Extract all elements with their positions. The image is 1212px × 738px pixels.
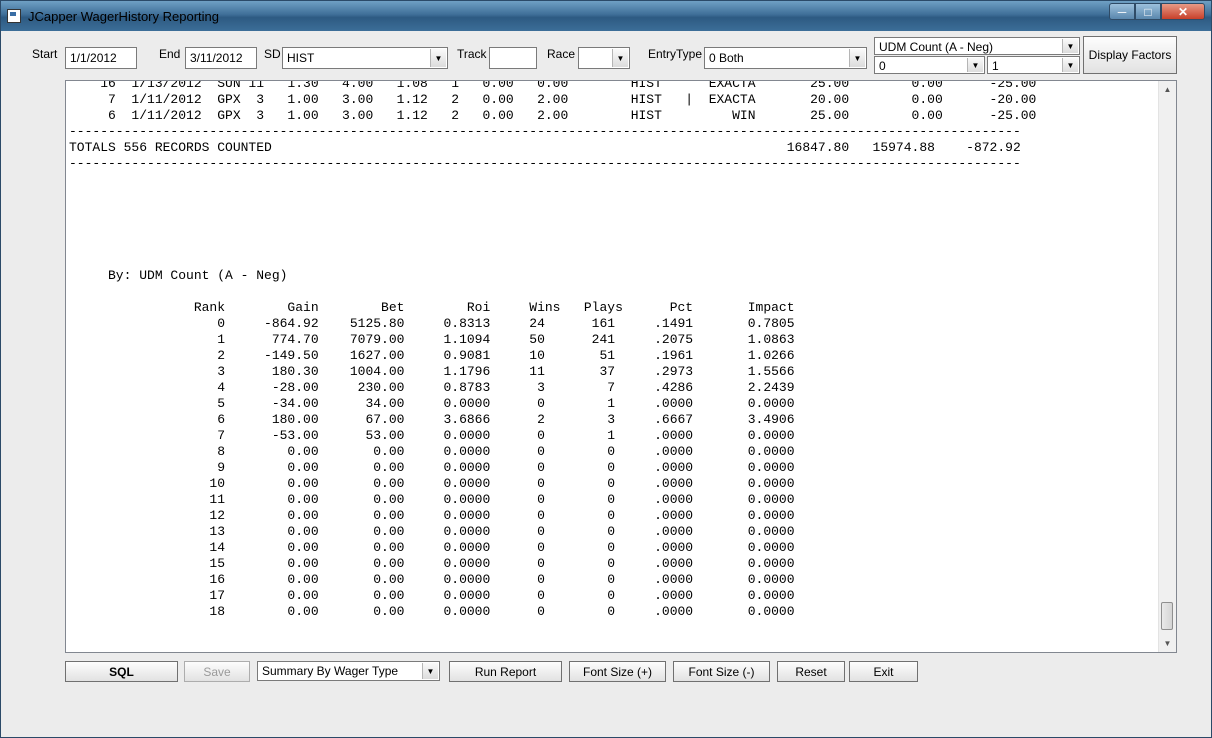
report-line: 4 -28.00 230.00 0.8783 3 7 .4286 2.2439 — [69, 380, 795, 395]
chevron-down-icon[interactable]: ▼ — [849, 49, 865, 67]
report-line: 5 -34.00 34.00 0.0000 0 1 .0000 0.0000 — [69, 396, 795, 411]
app-window: JCapper WagerHistory Reporting ─ □ ✕ Sta… — [0, 0, 1212, 738]
report-type-select[interactable]: Summary By Wager Type ▼ — [257, 661, 440, 681]
report-line: TOTALS 556 RECORDS COUNTED 16847.80 1597… — [69, 140, 1021, 155]
font-size-increase-button[interactable]: Font Size (+) — [569, 661, 666, 682]
report-line: 6 180.00 67.00 3.6866 2 3 .6667 3.4906 — [69, 412, 795, 427]
factor-high-value: 1 — [992, 59, 999, 73]
report-line: 15 0.00 0.00 0.0000 0 0 .0000 0.0000 — [69, 556, 795, 571]
end-date-input[interactable]: 3/11/2012 — [185, 47, 257, 69]
report-line: 0 -864.92 5125.80 0.8313 24 161 .1491 0.… — [69, 316, 795, 331]
entrytype-select[interactable]: 0 Both ▼ — [704, 47, 867, 69]
report-line: 3 180.30 1004.00 1.1796 11 37 .2973 1.55… — [69, 364, 795, 379]
start-label: Start — [32, 47, 58, 61]
app-icon — [7, 9, 21, 23]
report-line — [69, 204, 1159, 220]
minimize-button[interactable]: ─ — [1109, 3, 1135, 20]
report-line: 18 0.00 0.00 0.0000 0 0 .0000 0.0000 — [69, 604, 795, 619]
factor-low-value: 0 — [879, 59, 886, 73]
factor-select[interactable]: UDM Count (A - Neg) ▼ — [874, 37, 1080, 55]
report-textarea[interactable]: 16 1/13/2012 SUN 11 1.30 4.00 1.08 1 0.0… — [65, 80, 1177, 653]
report-line: Rank Gain Bet Roi Wins Plays Pct Impact — [69, 300, 795, 315]
end-label: End — [159, 47, 181, 61]
report-line: 9 0.00 0.00 0.0000 0 0 .0000 0.0000 — [69, 460, 795, 475]
report-line — [69, 188, 1159, 204]
track-input[interactable] — [489, 47, 537, 69]
report-line: 14 0.00 0.00 0.0000 0 0 .0000 0.0000 — [69, 540, 795, 555]
save-button[interactable]: Save — [184, 661, 250, 682]
start-date-input[interactable]: 1/1/2012 — [65, 47, 137, 69]
report-line: 12 0.00 0.00 0.0000 0 0 .0000 0.0000 — [69, 508, 795, 523]
sd-select-value: HIST — [287, 51, 315, 65]
reset-button[interactable]: Reset — [777, 661, 845, 682]
report-line: 17 0.00 0.00 0.0000 0 0 .0000 0.0000 — [69, 588, 795, 603]
report-line: ----------------------------------------… — [69, 156, 1021, 171]
report-line: 2 -149.50 1627.00 0.9081 10 51 .1961 1.0… — [69, 348, 795, 363]
scroll-thumb[interactable] — [1161, 602, 1173, 630]
chevron-down-icon[interactable]: ▼ — [430, 49, 446, 67]
scroll-up-arrow-icon[interactable]: ▲ — [1159, 81, 1176, 98]
report-line: 1 774.70 7079.00 1.1094 50 241 .2075 1.0… — [69, 332, 795, 347]
caption-buttons: ─ □ ✕ — [1109, 3, 1205, 21]
exit-button[interactable]: Exit — [849, 661, 918, 682]
report-line: ----------------------------------------… — [69, 124, 1021, 139]
report-scrollbar[interactable]: ▲ ▼ — [1158, 81, 1176, 652]
race-label: Race — [547, 47, 576, 61]
entrytype-select-value: 0 Both — [709, 51, 744, 65]
sd-select[interactable]: HIST ▼ — [282, 47, 448, 69]
race-select[interactable]: ▼ — [578, 47, 630, 69]
close-button[interactable]: ✕ — [1161, 3, 1205, 20]
report-line — [69, 252, 1159, 268]
maximize-icon: □ — [1144, 4, 1152, 19]
report-line — [69, 172, 1159, 188]
sql-button[interactable]: SQL — [65, 661, 178, 682]
chevron-down-icon[interactable]: ▼ — [967, 58, 983, 72]
report-content: 16 1/13/2012 SUN 11 1.30 4.00 1.08 1 0.0… — [69, 80, 1159, 620]
display-factors-button[interactable]: Display Factors — [1083, 36, 1177, 74]
factor-low-select[interactable]: 0 ▼ — [874, 56, 985, 74]
factor-select-value: UDM Count (A - Neg) — [879, 40, 994, 54]
report-line: 16 1/13/2012 SUN 11 1.30 4.00 1.08 1 0.0… — [69, 80, 1037, 91]
report-line — [69, 284, 1159, 300]
report-line: 7 1/11/2012 GPX 3 1.00 3.00 1.12 2 0.00 … — [69, 92, 1037, 107]
report-line: 11 0.00 0.00 0.0000 0 0 .0000 0.0000 — [69, 492, 795, 507]
window-title: JCapper WagerHistory Reporting — [28, 9, 219, 24]
scroll-down-arrow-icon[interactable]: ▼ — [1159, 635, 1176, 652]
sd-label: SD — [264, 47, 281, 61]
chevron-down-icon[interactable]: ▼ — [612, 49, 628, 67]
report-line — [69, 236, 1159, 252]
chevron-down-icon[interactable]: ▼ — [422, 663, 438, 679]
entrytype-label: EntryType — [648, 47, 703, 61]
report-type-value: Summary By Wager Type — [262, 664, 399, 678]
report-line — [69, 220, 1159, 236]
run-report-button[interactable]: Run Report — [449, 661, 562, 682]
track-label: Track — [457, 47, 487, 61]
report-line: 7 -53.00 53.00 0.0000 0 1 .0000 0.0000 — [69, 428, 795, 443]
factor-high-select[interactable]: 1 ▼ — [987, 56, 1080, 74]
report-line: 8 0.00 0.00 0.0000 0 0 .0000 0.0000 — [69, 444, 795, 459]
report-line: 10 0.00 0.00 0.0000 0 0 .0000 0.0000 — [69, 476, 795, 491]
report-line: 6 1/11/2012 GPX 3 1.00 3.00 1.12 2 0.00 … — [69, 108, 1037, 123]
title-bar[interactable]: JCapper WagerHistory Reporting ─ □ ✕ — [1, 1, 1211, 31]
minimize-icon: ─ — [1117, 4, 1127, 19]
chevron-down-icon[interactable]: ▼ — [1062, 58, 1078, 72]
maximize-button[interactable]: □ — [1135, 3, 1161, 20]
report-line: 16 0.00 0.00 0.0000 0 0 .0000 0.0000 — [69, 572, 795, 587]
report-line: 13 0.00 0.00 0.0000 0 0 .0000 0.0000 — [69, 524, 795, 539]
font-size-decrease-button[interactable]: Font Size (-) — [673, 661, 770, 682]
chevron-down-icon[interactable]: ▼ — [1062, 39, 1078, 53]
close-icon: ✕ — [1177, 4, 1189, 19]
report-line: By: UDM Count (A - Neg) — [69, 268, 288, 283]
